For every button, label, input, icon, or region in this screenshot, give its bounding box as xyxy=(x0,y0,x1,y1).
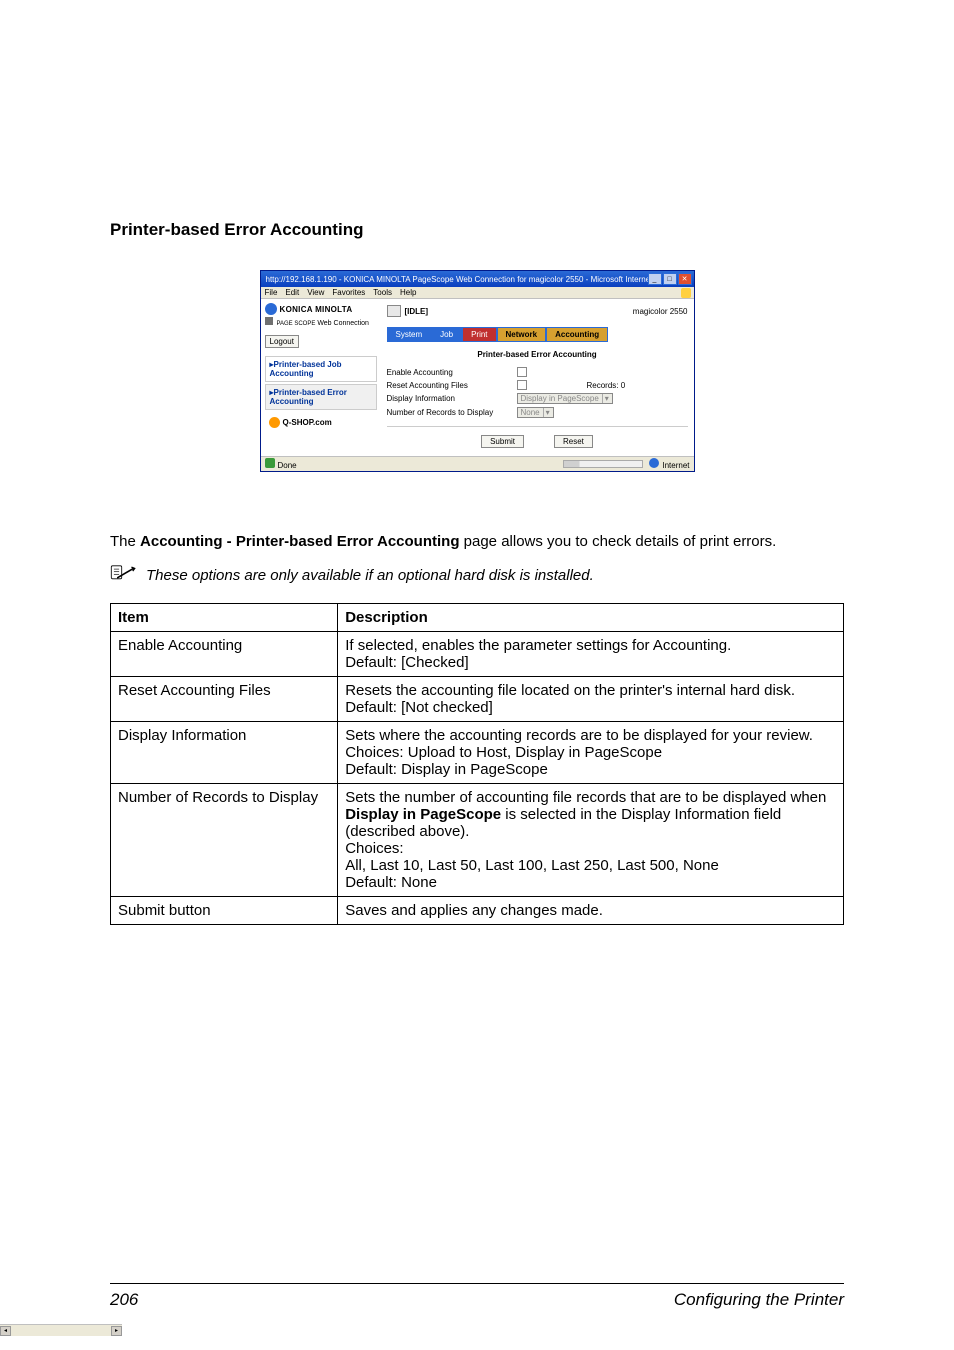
scroll-right-icon[interactable]: ▸ xyxy=(111,1326,122,1336)
sub-brand-icon xyxy=(265,317,273,325)
table-row: Enable Accounting If selected, enables t… xyxy=(111,632,844,677)
menu-edit[interactable]: Edit xyxy=(285,288,299,297)
submit-button[interactable]: Submit xyxy=(481,435,524,448)
maximize-button[interactable]: □ xyxy=(663,273,677,285)
table-row: Submit button Saves and applies any chan… xyxy=(111,897,844,925)
menu-tools[interactable]: Tools xyxy=(373,288,392,297)
cell-item: Submit button xyxy=(111,897,338,925)
scroll-left-icon[interactable]: ◂ xyxy=(0,1326,11,1336)
sub-brand-prefix: PAGE SCOPE xyxy=(276,321,315,327)
main-panel: [IDLE] magicolor 2550 System Job Print N… xyxy=(381,299,694,456)
table-head-item: Item xyxy=(111,604,338,632)
cell-desc: If selected, enables the parameter setti… xyxy=(338,632,844,677)
ie-window-screenshot: http://192.168.1.190 - KONICA MINOLTA Pa… xyxy=(260,270,695,472)
divider xyxy=(387,426,688,427)
num-records-select[interactable]: None▾ xyxy=(517,407,554,418)
tab-print[interactable]: Print xyxy=(462,327,496,342)
description-table: Item Description Enable Accounting If se… xyxy=(110,603,844,925)
qshop-link[interactable]: Q-SHOP.com xyxy=(265,414,377,431)
qshop-label: Q-SHOP.com xyxy=(283,418,332,427)
sidebar-item-job-accounting[interactable]: ▸Printer-based Job Accounting xyxy=(265,356,377,382)
display-info-select[interactable]: Display in PageScope▾ xyxy=(517,393,613,404)
cell-item: Enable Accounting xyxy=(111,632,338,677)
internet-zone-icon xyxy=(649,458,659,468)
window-titlebar: http://192.168.1.190 - KONICA MINOLTA Pa… xyxy=(261,271,694,287)
sidebar-item-error-accounting[interactable]: ▸Printer-based Error Accounting xyxy=(265,384,377,410)
menu-view[interactable]: View xyxy=(307,288,324,297)
cell-item: Display Information xyxy=(111,722,338,784)
cell-desc: Sets the number of accounting file recor… xyxy=(338,784,844,897)
enable-accounting-checkbox[interactable] xyxy=(517,367,527,377)
progress-bar xyxy=(563,460,643,468)
page-number: 206 xyxy=(110,1290,138,1310)
printer-status: [IDLE] xyxy=(405,307,429,316)
qshop-icon xyxy=(269,417,280,428)
cell-item: Reset Accounting Files xyxy=(111,677,338,722)
intro-pre: The xyxy=(110,533,140,550)
table-row: Display Information Sets where the accou… xyxy=(111,722,844,784)
num-records-value: None xyxy=(521,408,540,417)
tab-system[interactable]: System xyxy=(387,327,432,342)
scroll-track[interactable] xyxy=(11,1326,111,1336)
enable-accounting-label: Enable Accounting xyxy=(387,368,517,377)
brand-name: KONICA MINOLTA xyxy=(280,305,353,314)
screenshot-container: http://192.168.1.190 - KONICA MINOLTA Pa… xyxy=(110,270,844,472)
running-title: Configuring the Printer xyxy=(674,1290,844,1310)
cell-desc: Resets the accounting file located on th… xyxy=(338,677,844,722)
status-zone: Internet xyxy=(662,461,689,470)
tab-accounting[interactable]: Accounting xyxy=(546,327,608,342)
window-title-text: http://192.168.1.190 - KONICA MINOLTA Pa… xyxy=(266,275,648,284)
reset-files-label: Reset Accounting Files xyxy=(387,381,517,390)
tab-network[interactable]: Network xyxy=(497,327,547,342)
menu-help[interactable]: Help xyxy=(400,288,416,297)
ie-logo-icon xyxy=(681,288,691,298)
num-records-label: Number of Records to Display xyxy=(387,408,517,417)
table-row: Reset Accounting Files Resets the accoun… xyxy=(111,677,844,722)
tab-job[interactable]: Job xyxy=(431,327,462,342)
records-count: Records: 0 xyxy=(587,381,626,390)
intro-post: page allows you to check details of prin… xyxy=(459,533,776,550)
menu-favorites[interactable]: Favorites xyxy=(332,288,365,297)
panel-title: Printer-based Error Accounting xyxy=(387,350,688,359)
intro-paragraph: The Accounting - Printer-based Error Acc… xyxy=(110,532,844,552)
brand-logo-icon xyxy=(265,303,277,315)
status-done: Done xyxy=(278,461,297,470)
tab-bar: System Job Print Network Accounting xyxy=(387,327,688,342)
page-footer: 206 Configuring the Printer xyxy=(110,1283,844,1310)
intro-bold: Accounting - Printer-based Error Account… xyxy=(140,533,459,550)
sidebar: KONICA MINOLTA PAGE SCOPE Web Connection… xyxy=(261,299,381,456)
display-info-label: Display Information xyxy=(387,394,517,403)
sub-brand-rest: Web Connection xyxy=(317,320,369,327)
cell-desc: Sets where the accounting records are to… xyxy=(338,722,844,784)
sub-brand: PAGE SCOPE Web Connection xyxy=(265,317,377,327)
done-icon xyxy=(265,458,275,468)
note-text: These options are only available if an o… xyxy=(146,567,594,584)
reset-button[interactable]: Reset xyxy=(554,435,593,448)
table-row: Number of Records to Display Sets the nu… xyxy=(111,784,844,897)
table-head-desc: Description xyxy=(338,604,844,632)
minimize-button[interactable]: _ xyxy=(648,273,662,285)
cell-desc: Saves and applies any changes made. xyxy=(338,897,844,925)
menu-file[interactable]: File xyxy=(265,288,278,297)
chevron-down-icon: ▾ xyxy=(602,394,609,403)
close-button[interactable]: ✕ xyxy=(678,273,692,285)
reset-files-checkbox[interactable] xyxy=(517,380,527,390)
printer-model: magicolor 2550 xyxy=(633,307,688,316)
printer-icon xyxy=(387,305,401,317)
chevron-down-icon: ▾ xyxy=(543,408,550,417)
note-row: These options are only available if an o… xyxy=(110,562,844,589)
cell-item: Number of Records to Display xyxy=(111,784,338,897)
logout-button[interactable]: Logout xyxy=(265,335,299,348)
menu-bar: File Edit View Favorites Tools Help xyxy=(261,287,694,299)
horiz-scrollbar[interactable]: ◂ ▸ xyxy=(0,1324,122,1336)
section-title: Printer-based Error Accounting xyxy=(110,220,844,240)
status-bar: Done Internet xyxy=(261,456,694,471)
display-info-value: Display in PageScope xyxy=(521,394,599,403)
note-icon xyxy=(110,562,136,589)
